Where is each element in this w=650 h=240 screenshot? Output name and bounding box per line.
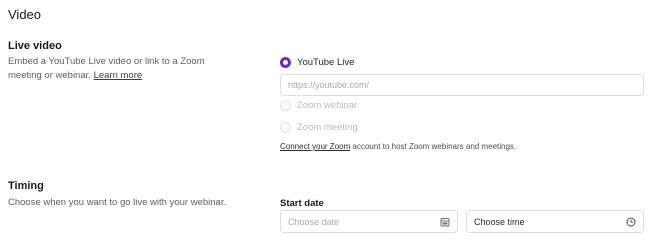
youtube-url-input[interactable]: https://youtube.com/ (280, 74, 644, 96)
calendar-icon[interactable] (440, 217, 450, 227)
radio-youtube-live[interactable]: YouTube Live (280, 57, 354, 68)
connect-zoom-note: Connect your Zoom account to host Zoom w… (280, 142, 516, 151)
radio-label-zoom-meeting: Zoom meeting (297, 122, 358, 133)
connect-zoom-link[interactable]: Connect your Zoom (280, 142, 350, 151)
radio-label-youtube-live: YouTube Live (297, 57, 355, 68)
start-date-input[interactable]: Choose date (280, 210, 458, 233)
radio-zoom-webinar[interactable]: Zoom webinar (280, 100, 357, 111)
radio-selected-icon[interactable] (280, 57, 291, 68)
connect-zoom-text: account to host Zoom webinars and meetin… (350, 142, 517, 151)
timing-title: Timing (8, 180, 44, 192)
radio-label-zoom-webinar: Zoom webinar (297, 100, 358, 111)
section-title: Video (8, 7, 42, 22)
youtube-url-placeholder: https://youtube.com/ (288, 80, 370, 90)
live-video-title: Live video (8, 40, 62, 52)
timing-description: Choose when you want to go live with you… (8, 197, 227, 208)
start-time-input[interactable]: Choose time (466, 210, 644, 233)
start-time-value: Choose time (474, 216, 525, 227)
learn-more-link[interactable]: Learn more (94, 70, 143, 81)
radio-zoom-meeting[interactable]: Zoom meeting (280, 122, 358, 133)
clock-icon[interactable] (626, 217, 636, 227)
radio-unselected-icon[interactable] (280, 122, 291, 133)
live-video-description: Embed a YouTube Live video or link to a … (8, 55, 228, 83)
start-date-label: Start date (280, 198, 324, 209)
start-date-placeholder: Choose date (288, 216, 340, 227)
radio-unselected-icon[interactable] (280, 100, 291, 111)
